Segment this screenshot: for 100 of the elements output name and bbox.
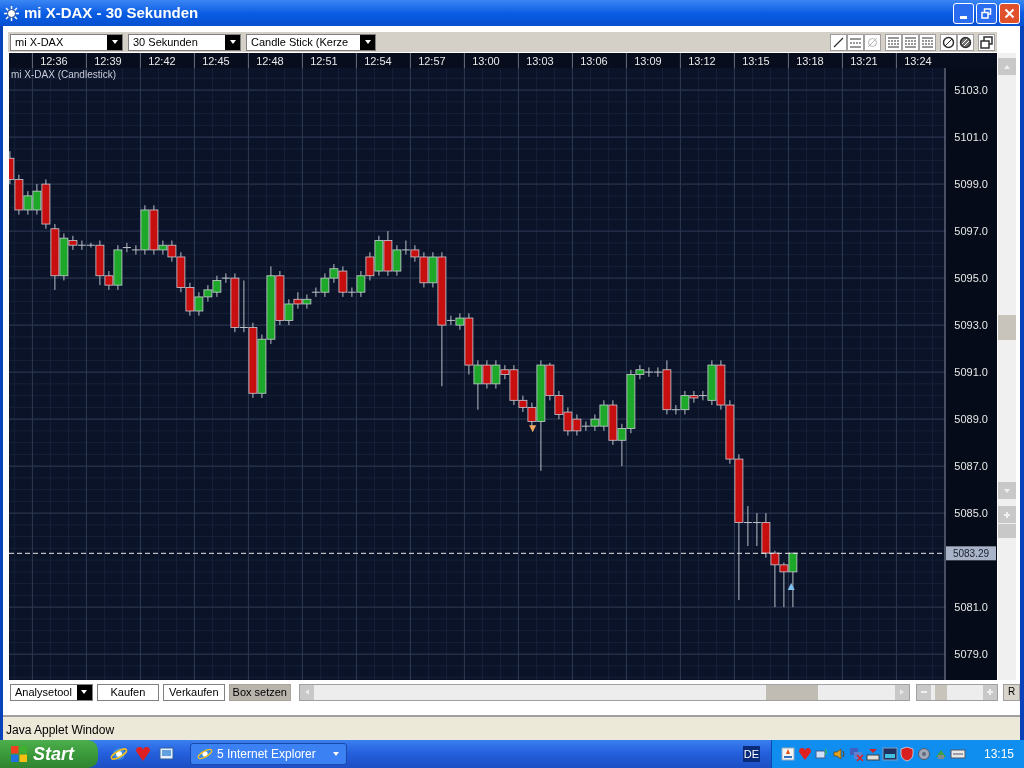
candle — [554, 390, 564, 420]
close-button[interactable] — [999, 2, 1020, 24]
price-label: 5085.0 — [954, 507, 988, 520]
candle — [608, 399, 618, 446]
price-label: 5093.0 — [954, 319, 988, 332]
scrollbar-thumb[interactable] — [998, 315, 1016, 340]
zoom-in-button[interactable] — [983, 684, 998, 700]
desktop-icon[interactable] — [158, 745, 176, 763]
time-label: 13:00 — [472, 54, 500, 67]
dropdown[interactable]: mi X-DAX — [10, 33, 123, 51]
candle — [203, 284, 213, 303]
caret-icon — [110, 38, 119, 46]
current-price-tag: 5083.29 — [946, 546, 996, 561]
heart-icon[interactable] — [134, 745, 152, 763]
candle — [194, 291, 204, 317]
price-label: 5103.0 — [954, 84, 988, 97]
keyboard-icon[interactable] — [865, 746, 881, 762]
action-button[interactable]: Box setzen — [228, 683, 291, 701]
action-button[interactable]: Verkaufen — [162, 683, 225, 701]
horizontal-scrollbar[interactable] — [298, 683, 911, 701]
grid-icon — [886, 34, 901, 50]
caret-icon — [332, 750, 340, 758]
chart-tool-button[interactable] — [940, 33, 957, 51]
candle — [365, 251, 375, 281]
candle — [761, 512, 771, 559]
dropdown[interactable]: 30 Sekunden — [128, 33, 241, 51]
heart-icon[interactable] — [797, 746, 813, 762]
speaker-icon[interactable] — [831, 746, 847, 762]
slider-thumb[interactable] — [935, 684, 948, 700]
windows-icon — [979, 34, 994, 50]
reset-button[interactable]: R — [1003, 683, 1020, 701]
language-indicator[interactable]: DE — [742, 745, 760, 763]
zoom-out-button[interactable] — [917, 684, 932, 700]
price-label: 5079.0 — [954, 648, 988, 661]
candle — [239, 279, 249, 333]
candle — [185, 282, 195, 317]
price-label: 5095.0 — [954, 272, 988, 285]
candle — [644, 366, 654, 378]
time-label: 13:03 — [526, 54, 554, 67]
minus-icon — [920, 688, 929, 696]
chart-tool-button[interactable] — [978, 33, 995, 51]
time-label: 13:06 — [580, 54, 608, 67]
candle — [788, 552, 798, 608]
hatch-icon — [958, 34, 973, 50]
chart-tool-button[interactable] — [957, 33, 974, 51]
trade-marker: ▲ — [785, 579, 798, 594]
start-button[interactable]: Start — [0, 740, 98, 768]
target-icon — [941, 34, 956, 50]
price-label: 5091.0 — [954, 366, 988, 379]
caret-icon — [363, 38, 372, 46]
taskbar-button[interactable]: 5 Internet Explorer — [190, 743, 347, 765]
plus-icon — [986, 688, 995, 696]
vertical-scrollbar[interactable] — [998, 53, 1016, 680]
time-label: 12:57 — [418, 54, 446, 67]
time-label: 13:15 — [742, 54, 770, 67]
restore-icon — [981, 7, 992, 19]
time-label: 12:45 — [202, 54, 230, 67]
network-icon[interactable] — [814, 746, 830, 762]
action-button[interactable]: Kaufen — [96, 683, 159, 701]
candle — [716, 359, 726, 411]
candle — [383, 230, 393, 277]
monitor-icon[interactable] — [882, 746, 898, 762]
chart-tool-button[interactable] — [830, 33, 847, 51]
time-label: 13:09 — [634, 54, 662, 67]
time-label: 13:18 — [796, 54, 824, 67]
time-label: 12:36 — [40, 54, 68, 67]
time-label: 12:48 — [256, 54, 284, 67]
grid-icon — [903, 34, 918, 50]
dropdown[interactable]: Analysetool — [10, 683, 93, 701]
caret-icon — [228, 38, 237, 46]
restore-button[interactable] — [976, 2, 997, 24]
dropdown[interactable]: Candle Stick (Kerze — [246, 33, 376, 51]
window-title: mi X-DAX - 30 Sekunden — [24, 2, 199, 23]
caret-icon — [80, 688, 89, 696]
candle — [50, 223, 60, 291]
price-label: 5087.0 — [954, 460, 988, 473]
price-label: 5089.0 — [954, 413, 988, 426]
keyboard-icon[interactable] — [950, 746, 966, 762]
scrollbar-thumb[interactable] — [765, 684, 818, 700]
disc-icon[interactable] — [916, 746, 932, 762]
trade-marker: ▼ — [526, 421, 539, 436]
candle — [257, 334, 267, 399]
candle — [374, 235, 384, 277]
clock: 13:15 — [983, 746, 1014, 763]
time-label: 13:12 — [688, 54, 716, 67]
price-label: 5081.0 — [954, 601, 988, 614]
time-label: 12:51 — [310, 54, 338, 67]
status-text: Java Applet Window — [6, 724, 115, 736]
scrollbar-thumb[interactable] — [998, 524, 1016, 538]
time-label: 12:39 — [94, 54, 122, 67]
price-label: 5099.0 — [954, 178, 988, 191]
close-icon — [1004, 7, 1015, 19]
grid-icon — [920, 34, 935, 50]
windows-flag-icon — [10, 745, 28, 763]
price-label: 5101.0 — [954, 131, 988, 144]
time-label: 12:54 — [364, 54, 392, 67]
time-label: 12:42 — [148, 54, 176, 67]
candle — [752, 512, 762, 547]
minimize-button[interactable] — [953, 2, 974, 24]
java-icon[interactable] — [780, 746, 796, 762]
